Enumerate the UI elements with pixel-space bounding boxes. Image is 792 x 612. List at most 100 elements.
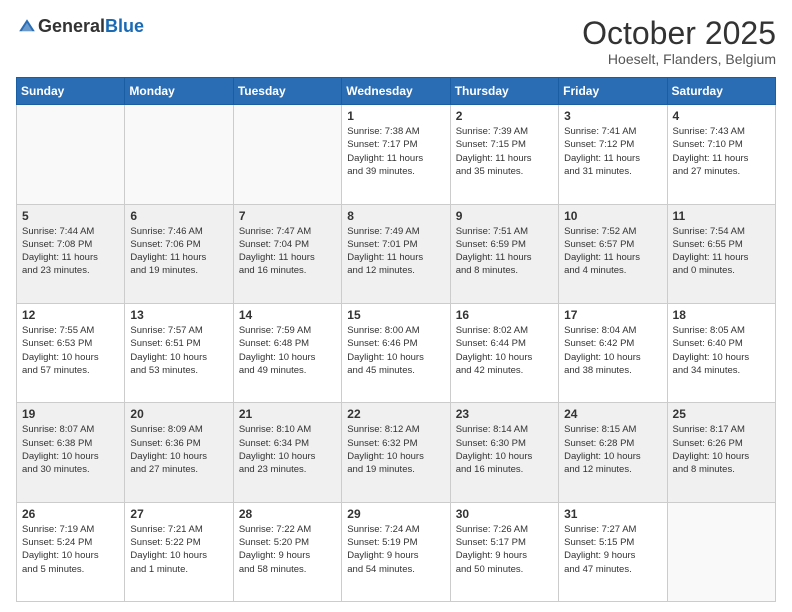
day-number: 1 xyxy=(347,109,444,123)
day-number: 26 xyxy=(22,507,119,521)
day-info: Sunrise: 7:47 AM Sunset: 7:04 PM Dayligh… xyxy=(239,225,336,278)
calendar-week-row: 12 Sunrise: 7:55 AM Sunset: 6:53 PM Dayli… xyxy=(17,303,776,402)
calendar-cell: 11Sunrise: 7:54 AM Sunset: 6:55 PM Dayli… xyxy=(667,204,775,303)
day-number: 21 xyxy=(239,407,336,421)
weekday-header-sunday: Sunday xyxy=(17,78,125,105)
day-number: 20 xyxy=(130,407,227,421)
logo-general: General xyxy=(38,16,105,36)
calendar-cell: 3 Sunrise: 7:41 AM Sunset: 7:12 PM Daylig… xyxy=(559,105,667,204)
calendar-cell: 23 Sunrise: 8:14 AM Sunset: 6:30 PM Dayli… xyxy=(450,403,558,502)
day-info: Sunrise: 7:54 AM Sunset: 6:55 PM Dayligh… xyxy=(673,225,770,278)
day-number: 4 xyxy=(673,109,770,123)
day-number: 13 xyxy=(130,308,227,322)
day-info: Sunrise: 8:00 AM Sunset: 6:46 PM Dayligh… xyxy=(347,324,444,377)
calendar-cell: 25Sunrise: 8:17 AM Sunset: 6:26 PM Dayli… xyxy=(667,403,775,502)
day-info: Sunrise: 7:49 AM Sunset: 7:01 PM Dayligh… xyxy=(347,225,444,278)
month-title: October 2025 xyxy=(582,16,776,51)
day-number: 24 xyxy=(564,407,661,421)
calendar-cell: 27 Sunrise: 7:21 AM Sunset: 5:22 PM Dayli… xyxy=(125,502,233,601)
day-info: Sunrise: 7:38 AM Sunset: 7:17 PM Dayligh… xyxy=(347,125,444,178)
calendar-cell: 19Sunrise: 8:07 AM Sunset: 6:38 PM Dayli… xyxy=(17,403,125,502)
calendar-cell: 16Sunrise: 8:02 AM Sunset: 6:44 PM Dayli… xyxy=(450,303,558,402)
day-number: 22 xyxy=(347,407,444,421)
day-number: 15 xyxy=(347,308,444,322)
calendar-cell: 5 Sunrise: 7:44 AM Sunset: 7:08 PM Daylig… xyxy=(17,204,125,303)
calendar-cell: 6 Sunrise: 7:46 AM Sunset: 7:06 PM Daylig… xyxy=(125,204,233,303)
day-number: 12 xyxy=(22,308,119,322)
day-number: 17 xyxy=(564,308,661,322)
calendar-cell: 7 Sunrise: 7:47 AM Sunset: 7:04 PM Daylig… xyxy=(233,204,341,303)
day-number: 9 xyxy=(456,209,553,223)
day-info: Sunrise: 8:04 AM Sunset: 6:42 PM Dayligh… xyxy=(564,324,661,377)
calendar-cell: 14Sunrise: 7:59 AM Sunset: 6:48 PM Dayli… xyxy=(233,303,341,402)
day-info: Sunrise: 8:15 AM Sunset: 6:28 PM Dayligh… xyxy=(564,423,661,476)
calendar-week-row: 1 Sunrise: 7:38 AM Sunset: 7:17 PM Daylig… xyxy=(17,105,776,204)
day-number: 25 xyxy=(673,407,770,421)
day-info: Sunrise: 7:43 AM Sunset: 7:10 PM Dayligh… xyxy=(673,125,770,178)
day-info: Sunrise: 8:12 AM Sunset: 6:32 PM Dayligh… xyxy=(347,423,444,476)
day-number: 18 xyxy=(673,308,770,322)
calendar-cell: 18Sunrise: 8:05 AM Sunset: 6:40 PM Dayli… xyxy=(667,303,775,402)
calendar-week-row: 5 Sunrise: 7:44 AM Sunset: 7:08 PM Daylig… xyxy=(17,204,776,303)
day-info: Sunrise: 7:41 AM Sunset: 7:12 PM Dayligh… xyxy=(564,125,661,178)
day-number: 30 xyxy=(456,507,553,521)
day-info: Sunrise: 8:07 AM Sunset: 6:38 PM Dayligh… xyxy=(22,423,119,476)
day-info: Sunrise: 7:22 AM Sunset: 5:20 PM Dayligh… xyxy=(239,523,336,576)
day-number: 29 xyxy=(347,507,444,521)
calendar-cell: 17 Sunrise: 8:04 AM Sunset: 6:42 PM Dayli… xyxy=(559,303,667,402)
day-info: Sunrise: 8:10 AM Sunset: 6:34 PM Dayligh… xyxy=(239,423,336,476)
page: GeneralBlue October 2025 Hoeselt, Flande… xyxy=(0,0,792,612)
day-number: 5 xyxy=(22,209,119,223)
calendar-cell xyxy=(125,105,233,204)
weekday-header-saturday: Saturday xyxy=(667,78,775,105)
day-info: Sunrise: 7:24 AM Sunset: 5:19 PM Dayligh… xyxy=(347,523,444,576)
day-number: 3 xyxy=(564,109,661,123)
calendar-cell: 4 Sunrise: 7:43 AM Sunset: 7:10 PM Daylig… xyxy=(667,105,775,204)
logo-text: GeneralBlue xyxy=(38,16,144,37)
day-number: 6 xyxy=(130,209,227,223)
day-info: Sunrise: 7:51 AM Sunset: 6:59 PM Dayligh… xyxy=(456,225,553,278)
calendar-cell: 21 Sunrise: 8:10 AM Sunset: 6:34 PM Dayli… xyxy=(233,403,341,502)
calendar-cell: 31Sunrise: 7:27 AM Sunset: 5:15 PM Dayli… xyxy=(559,502,667,601)
day-info: Sunrise: 8:14 AM Sunset: 6:30 PM Dayligh… xyxy=(456,423,553,476)
day-info: Sunrise: 7:52 AM Sunset: 6:57 PM Dayligh… xyxy=(564,225,661,278)
day-number: 28 xyxy=(239,507,336,521)
calendar-cell xyxy=(233,105,341,204)
day-info: Sunrise: 7:21 AM Sunset: 5:22 PM Dayligh… xyxy=(130,523,227,576)
day-number: 2 xyxy=(456,109,553,123)
calendar-week-row: 26Sunrise: 7:19 AM Sunset: 5:24 PM Dayli… xyxy=(17,502,776,601)
calendar-cell: 8 Sunrise: 7:49 AM Sunset: 7:01 PM Daylig… xyxy=(342,204,450,303)
weekday-header-row: SundayMondayTuesdayWednesdayThursdayFrid… xyxy=(17,78,776,105)
calendar-cell: 24 Sunrise: 8:15 AM Sunset: 6:28 PM Dayli… xyxy=(559,403,667,502)
day-info: Sunrise: 8:09 AM Sunset: 6:36 PM Dayligh… xyxy=(130,423,227,476)
day-number: 27 xyxy=(130,507,227,521)
calendar-cell: 15 Sunrise: 8:00 AM Sunset: 6:46 PM Dayli… xyxy=(342,303,450,402)
calendar-cell: 1 Sunrise: 7:38 AM Sunset: 7:17 PM Daylig… xyxy=(342,105,450,204)
day-number: 16 xyxy=(456,308,553,322)
day-info: Sunrise: 7:44 AM Sunset: 7:08 PM Dayligh… xyxy=(22,225,119,278)
calendar-cell: 30Sunrise: 7:26 AM Sunset: 5:17 PM Dayli… xyxy=(450,502,558,601)
calendar-week-row: 19Sunrise: 8:07 AM Sunset: 6:38 PM Dayli… xyxy=(17,403,776,502)
day-number: 7 xyxy=(239,209,336,223)
calendar-cell: 13Sunrise: 7:57 AM Sunset: 6:51 PM Dayli… xyxy=(125,303,233,402)
day-number: 14 xyxy=(239,308,336,322)
calendar-cell: 26Sunrise: 7:19 AM Sunset: 5:24 PM Dayli… xyxy=(17,502,125,601)
calendar-table: SundayMondayTuesdayWednesdayThursdayFrid… xyxy=(16,77,776,602)
calendar-cell: 10 Sunrise: 7:52 AM Sunset: 6:57 PM Dayli… xyxy=(559,204,667,303)
day-info: Sunrise: 7:39 AM Sunset: 7:15 PM Dayligh… xyxy=(456,125,553,178)
day-number: 8 xyxy=(347,209,444,223)
day-info: Sunrise: 7:27 AM Sunset: 5:15 PM Dayligh… xyxy=(564,523,661,576)
day-number: 10 xyxy=(564,209,661,223)
weekday-header-thursday: Thursday xyxy=(450,78,558,105)
location: Hoeselt, Flanders, Belgium xyxy=(582,51,776,67)
day-number: 23 xyxy=(456,407,553,421)
logo-blue: Blue xyxy=(105,16,144,36)
weekday-header-wednesday: Wednesday xyxy=(342,78,450,105)
logo-icon xyxy=(18,18,36,36)
weekday-header-friday: Friday xyxy=(559,78,667,105)
calendar-cell xyxy=(667,502,775,601)
day-info: Sunrise: 7:55 AM Sunset: 6:53 PM Dayligh… xyxy=(22,324,119,377)
calendar-cell: 12 Sunrise: 7:55 AM Sunset: 6:53 PM Dayli… xyxy=(17,303,125,402)
day-info: Sunrise: 7:46 AM Sunset: 7:06 PM Dayligh… xyxy=(130,225,227,278)
calendar-cell: 9 Sunrise: 7:51 AM Sunset: 6:59 PM Daylig… xyxy=(450,204,558,303)
